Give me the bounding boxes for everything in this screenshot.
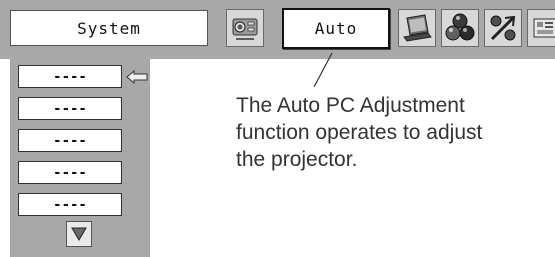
down-triangle-icon xyxy=(71,227,87,241)
description-line: The Auto PC Adjustment xyxy=(236,94,465,117)
menu-bar: System Auto xyxy=(0,0,555,59)
list-item[interactable]: ---- xyxy=(18,161,122,184)
description-line: function operates to adjust xyxy=(236,121,483,144)
sub-menu-panel: ---- ---- ---- ---- ---- xyxy=(10,59,150,257)
auto-pc-adjust-selection[interactable]: Auto xyxy=(282,8,390,49)
list-item[interactable]: ---- xyxy=(18,129,122,152)
list-item[interactable]: ---- xyxy=(18,97,122,120)
adjust-percent-icon[interactable] xyxy=(484,9,522,47)
color-balls-icon[interactable] xyxy=(441,9,479,47)
laptop-icon[interactable] xyxy=(398,9,436,47)
list-item[interactable]: ---- xyxy=(18,65,122,88)
settings-panel-icon[interactable] xyxy=(527,9,555,47)
list-item[interactable]: ---- xyxy=(18,193,122,216)
description-text: The Auto PC Adjustment function operates… xyxy=(236,92,551,173)
projector-image-icon[interactable] xyxy=(226,9,264,47)
left-arrow-icon xyxy=(126,70,148,84)
system-menu-label[interactable]: System xyxy=(10,10,208,46)
scroll-down-button[interactable] xyxy=(66,221,92,247)
description-line: the projector. xyxy=(236,148,358,171)
